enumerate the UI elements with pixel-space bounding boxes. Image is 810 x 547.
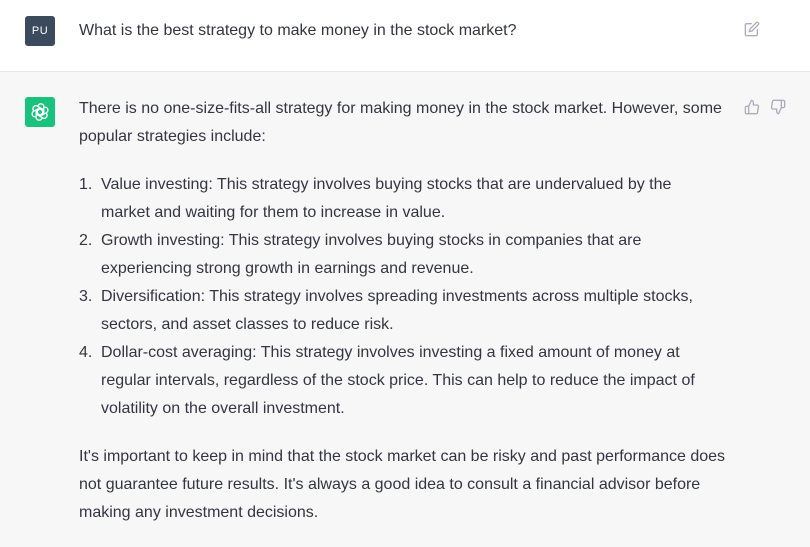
- list-item-text: Diversification: This strategy involves …: [101, 288, 693, 333]
- openai-logo-icon: [25, 97, 55, 127]
- answer-conclusion: It's important to keep in mind that the …: [79, 448, 726, 521]
- thumbs-up-icon[interactable]: [744, 99, 760, 115]
- list-item-number: 2.: [79, 232, 93, 249]
- list-item: 1. Value investing: This strategy involv…: [79, 171, 729, 227]
- user-question-text: What is the best strategy to make money …: [79, 22, 517, 39]
- thumbs-down-icon[interactable]: [770, 99, 786, 115]
- list-item: 3. Diversification: This strategy involv…: [79, 283, 729, 339]
- list-item-number: 4.: [79, 344, 93, 361]
- list-item-text: Growth investing: This strategy involves…: [101, 232, 642, 277]
- user-message: PU What is the best strategy to make mon…: [0, 0, 810, 72]
- list-item-number: 1.: [79, 176, 93, 193]
- user-avatar-initials: PU: [31, 25, 49, 37]
- list-item-text: Dollar-cost averaging: This strategy inv…: [101, 344, 695, 417]
- assistant-message: There is no one-size-fits-all strategy f…: [0, 73, 810, 547]
- list-item: 4. Dollar-cost averaging: This strategy …: [79, 339, 729, 423]
- list-item: 2. Growth investing: This strategy invol…: [79, 227, 729, 283]
- list-item-text: Value investing: This strategy involves …: [101, 176, 672, 221]
- answer-intro: There is no one-size-fits-all strategy f…: [79, 100, 722, 145]
- edit-icon[interactable]: [744, 21, 760, 37]
- list-item-number: 3.: [79, 288, 93, 305]
- strategy-list: 1. Value investing: This strategy involv…: [79, 171, 729, 423]
- assistant-answer: There is no one-size-fits-all strategy f…: [79, 95, 729, 527]
- user-avatar: PU: [25, 16, 55, 46]
